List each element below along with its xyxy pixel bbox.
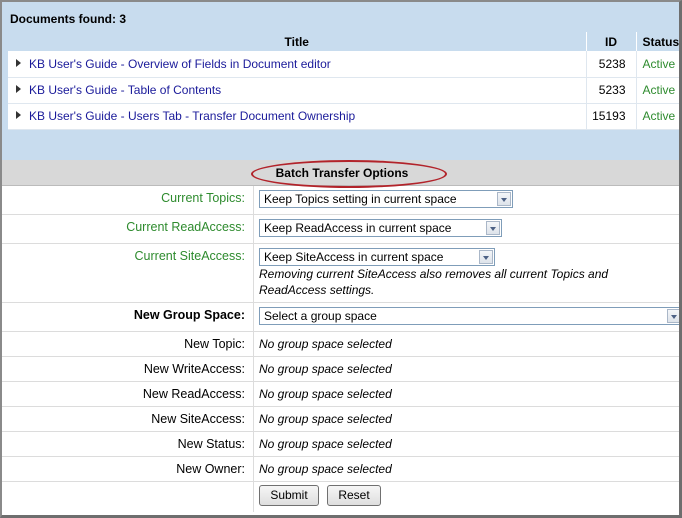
current-readaccess-select[interactable]: Keep ReadAccess in current space [259, 219, 502, 237]
batch-transfer-panel: Batch Transfer Options Current Topics: K… [2, 160, 679, 512]
documents-panel: Documents found: 3 Title ID Status KB Us… [2, 2, 679, 160]
current-topics-label: Current Topics: [161, 191, 245, 205]
new-writeaccess-label: New WriteAccess: [143, 362, 245, 376]
chevron-down-icon[interactable] [667, 309, 679, 323]
table-row: KB User's Guide - Users Tab - Transfer D… [8, 103, 679, 130]
id-cell: 15193 [586, 103, 637, 130]
chevron-down-icon[interactable] [486, 221, 500, 235]
new-group-space-row: New Group Space: Select a group space [2, 303, 679, 332]
current-siteaccess-row: Current SiteAccess: Keep SiteAccess in c… [2, 244, 679, 303]
id-cell: 5238 [586, 51, 637, 78]
status-cell: Active [636, 77, 679, 104]
column-header-title[interactable]: Title [8, 32, 587, 51]
new-writeaccess-row: New WriteAccess: No group space selected [2, 357, 679, 382]
document-link[interactable]: KB User's Guide - Overview of Fields in … [29, 57, 331, 71]
batch-transfer-header: Batch Transfer Options [2, 160, 679, 188]
current-topics-select[interactable]: Keep Topics setting in current space [259, 190, 513, 208]
title-cell: KB User's Guide - Overview of Fields in … [8, 51, 587, 78]
document-link[interactable]: KB User's Guide - Table of Contents [29, 83, 221, 97]
new-writeaccess-value: No group space selected [259, 362, 392, 376]
new-group-space-label: New Group Space: [133, 308, 245, 322]
new-owner-label: New Owner: [176, 462, 245, 476]
current-topics-row: Current Topics: Keep Topics setting in c… [2, 186, 679, 215]
column-header-status[interactable]: Status [636, 32, 679, 51]
expand-arrow-icon[interactable] [16, 58, 21, 67]
expand-arrow-icon[interactable] [16, 85, 21, 93]
siteaccess-note: Removing current SiteAccess also removes… [259, 267, 609, 297]
new-readaccess-label: New ReadAccess: [142, 387, 245, 401]
id-cell: 5233 [586, 77, 637, 104]
current-siteaccess-label: Current SiteAccess: [134, 249, 245, 263]
table-row: KB User's Guide - Table of Contents 5233… [8, 77, 679, 104]
app-window: Documents found: 3 Title ID Status KB Us… [0, 0, 682, 518]
new-topic-row: New Topic: No group space selected [2, 332, 679, 357]
expand-arrow-icon[interactable] [16, 111, 21, 119]
current-readaccess-row: Current ReadAccess: Keep ReadAccess in c… [2, 215, 679, 244]
documents-count: Documents found: 3 [10, 12, 126, 26]
new-topic-value: No group space selected [259, 337, 392, 351]
title-cell: KB User's Guide - Users Tab - Transfer D… [8, 103, 587, 130]
batch-transfer-title: Batch Transfer Options [275, 166, 409, 180]
new-topic-label: New Topic: [184, 337, 245, 351]
new-group-space-select[interactable]: Select a group space [259, 307, 679, 325]
new-owner-row: New Owner: No group space selected [2, 457, 679, 482]
current-readaccess-label: Current ReadAccess: [126, 220, 245, 234]
status-cell: Active [636, 103, 679, 130]
new-status-row: New Status: No group space selected [2, 432, 679, 457]
table-header-row: Title ID Status [8, 32, 679, 51]
status-cell: Active [636, 51, 679, 78]
new-status-value: No group space selected [259, 437, 392, 451]
new-siteaccess-value: No group space selected [259, 412, 392, 426]
new-siteaccess-label: New SiteAccess: [151, 412, 245, 426]
reset-button[interactable]: Reset [327, 485, 381, 506]
title-cell: KB User's Guide - Table of Contents [8, 77, 587, 104]
new-siteaccess-row: New SiteAccess: No group space selected [2, 407, 679, 432]
form-actions-row: Submit Reset [2, 482, 679, 512]
current-siteaccess-select[interactable]: Keep SiteAccess in current space [259, 248, 495, 266]
submit-button[interactable]: Submit [259, 485, 319, 506]
new-readaccess-row: New ReadAccess: No group space selected [2, 382, 679, 407]
new-status-label: New Status: [177, 437, 245, 451]
document-link[interactable]: KB User's Guide - Users Tab - Transfer D… [29, 109, 355, 123]
table-row: KB User's Guide - Overview of Fields in … [8, 51, 679, 78]
documents-table: Title ID Status KB User's Guide - Overvi… [8, 32, 679, 130]
new-owner-value: No group space selected [259, 462, 392, 476]
chevron-down-icon[interactable] [479, 250, 493, 264]
new-readaccess-value: No group space selected [259, 387, 392, 401]
chevron-down-icon[interactable] [497, 192, 511, 206]
column-header-id[interactable]: ID [586, 32, 637, 51]
